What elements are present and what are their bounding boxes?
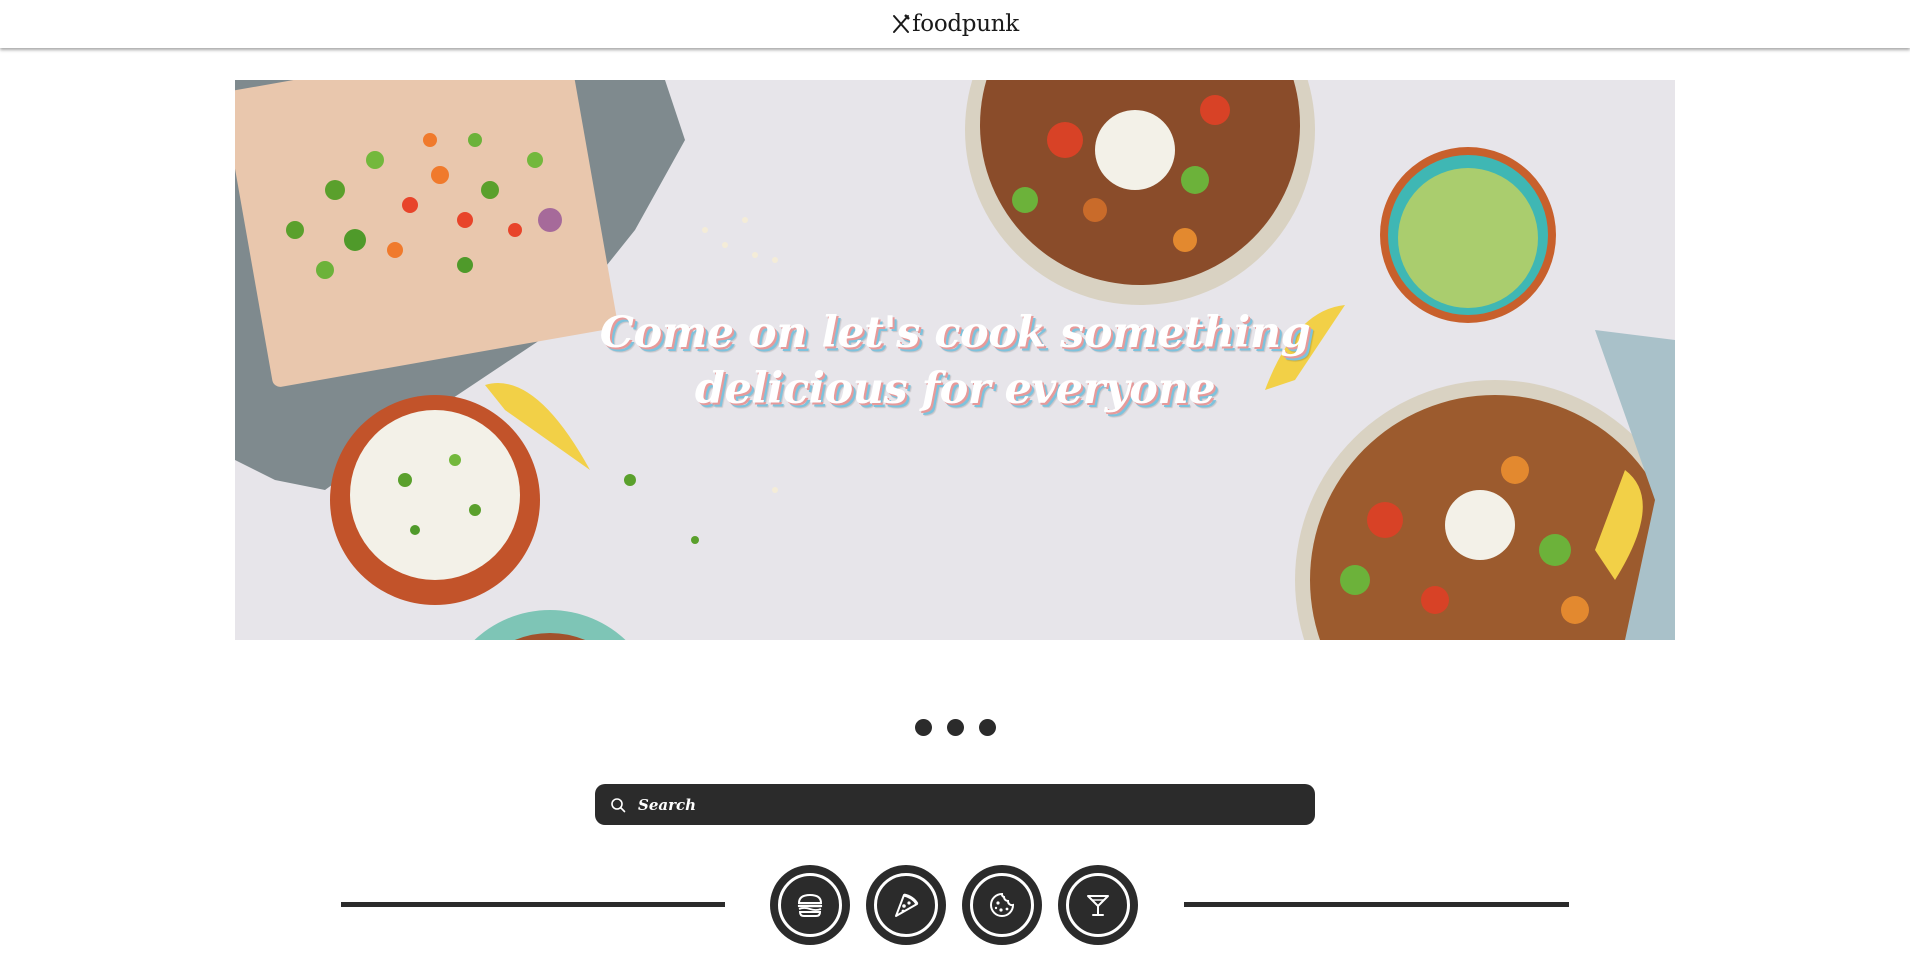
carousel-dot-3[interactable]: [978, 719, 996, 736]
search-icon: [611, 797, 626, 812]
hero-caption-line-1: Come on let's cook something: [599, 308, 1311, 358]
divider-left: [341, 902, 725, 907]
category-cocktail-ring: [1066, 873, 1130, 937]
search-input[interactable]: [636, 783, 1315, 826]
pizza-icon: [895, 893, 919, 917]
cookie-icon: [990, 892, 1015, 917]
burger-icon: [797, 893, 823, 917]
category-cookie-button[interactable]: [962, 865, 1042, 945]
carousel-dots: [0, 719, 1910, 736]
search-bar[interactable]: [595, 783, 1315, 826]
top-header: foodpunk: [0, 0, 1910, 48]
category-cookie-ring: [970, 873, 1034, 937]
hero-caption: Come on let's cook something delicious f…: [235, 305, 1675, 417]
carousel-dot-2[interactable]: [946, 719, 964, 736]
hero-caption-line-2: delicious for everyone: [694, 364, 1216, 414]
category-burger-button[interactable]: [770, 865, 850, 945]
cocktail-icon: [1087, 895, 1109, 916]
site-logo[interactable]: foodpunk: [891, 11, 1019, 37]
fork-knife-icon: [893, 14, 910, 33]
category-buttons: [770, 865, 1138, 945]
divider-right: [1184, 902, 1569, 907]
category-cocktail-button[interactable]: [1058, 865, 1138, 945]
category-pizza-ring: [874, 873, 938, 937]
category-burger-ring: [778, 873, 842, 937]
category-pizza-button[interactable]: [866, 865, 946, 945]
logo-text: foodpunk: [912, 11, 1019, 37]
carousel-dot-1[interactable]: [914, 719, 932, 736]
hero-banner: Come on let's cook something delicious f…: [235, 80, 1675, 640]
